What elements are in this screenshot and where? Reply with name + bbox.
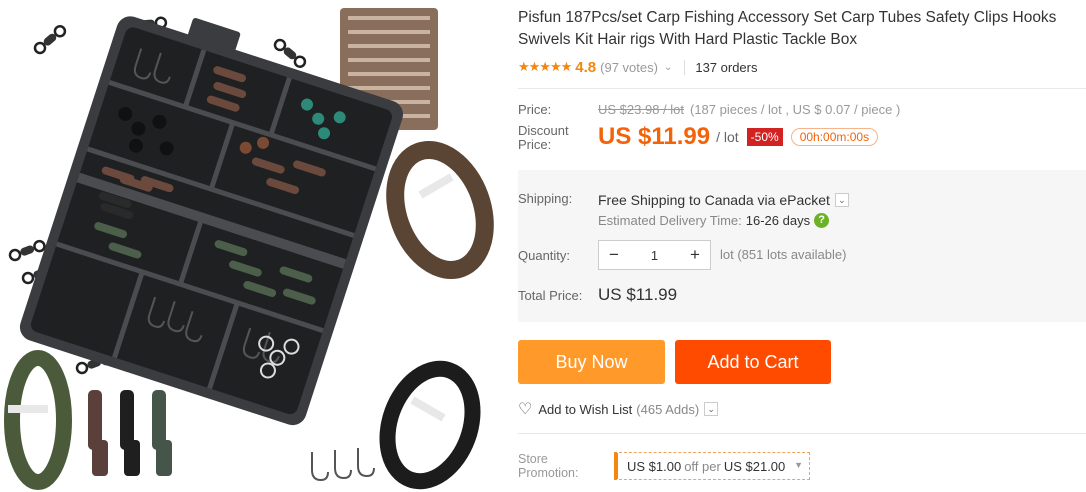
coupon-threshold: US $21.00	[723, 458, 786, 474]
chevron-down-icon[interactable]: ⌄	[664, 62, 672, 73]
question-circle-icon[interactable]: ?	[814, 213, 830, 228]
total-price-value: US $11.99	[598, 285, 678, 304]
shipping-method[interactable]: Free Shipping to Canada via ePacket ⌄	[598, 192, 849, 208]
eta-days: 16-26 days	[745, 213, 811, 228]
add-to-cart-button[interactable]: Add to Cart	[675, 340, 831, 384]
price-unit: / lot	[716, 129, 739, 145]
coupon-off-text: off per	[684, 458, 721, 474]
buy-now-button[interactable]: Buy Now	[518, 340, 665, 384]
wishlist-count: (465 Adds)	[636, 401, 700, 417]
discount-price-value: US $11.99	[598, 123, 711, 150]
wishlist-label[interactable]: Add to Wish List	[538, 402, 632, 417]
star-icon: ★★★★★	[518, 59, 572, 74]
old-price-detail: (187 pieces / lot , US $ 0.07 / piece )	[690, 102, 901, 117]
decrease-quantity-button[interactable]: −	[599, 241, 629, 269]
divider	[518, 88, 1086, 89]
delivery-estimate: Estimated Delivery Time: 16-26 days ?	[598, 213, 830, 228]
product-image[interactable]	[0, 0, 500, 492]
rating-value: 4.8	[575, 58, 597, 76]
shipping-value[interactable]: Free Shipping to Canada via ePacket	[598, 192, 830, 208]
divider	[684, 59, 686, 75]
orders-count: 137 orders	[695, 59, 758, 75]
old-price-value: US $23.98 / lot	[598, 102, 684, 117]
coupon-amount: US $1.00	[627, 458, 682, 474]
original-price: US $23.98 / lot (187 pieces / lot , US $…	[598, 102, 900, 117]
shipping-label: Shipping:	[518, 191, 573, 206]
discount-badge: -50%	[746, 128, 783, 146]
eta-label: Estimated Delivery Time:	[598, 213, 742, 228]
chevron-down-icon[interactable]: ▼	[794, 460, 803, 470]
product-info: Pisfun 187Pcs/set Carp Fishing Accessory…	[518, 0, 1086, 492]
quantity-stepper: − +	[598, 240, 711, 270]
discount-price-label: Discount Price:	[518, 123, 569, 152]
price-label: Price:	[518, 102, 552, 117]
divider	[518, 433, 1086, 434]
votes-link[interactable]: (97 votes)	[600, 60, 658, 75]
chevron-down-icon[interactable]: ⌄	[704, 402, 719, 416]
total-price-label: Total Price:	[518, 288, 583, 303]
store-promotion-label: Store Promotion:	[518, 452, 579, 480]
discount-price: US $11.99 / lot -50% 00h:00m:00s	[598, 123, 879, 151]
add-to-wishlist[interactable]: ♡ Add to Wish List (465 Adds) ⌄	[518, 399, 719, 419]
store-coupon[interactable]: US $1.00 off per US $21.00 ▼	[614, 452, 810, 480]
product-title: Pisfun 187Pcs/set Carp Fishing Accessory…	[518, 9, 1057, 48]
increase-quantity-button[interactable]: +	[680, 241, 710, 269]
rating-row: ★★★★★ 4.8 (97 votes) ⌄ 137 orders	[518, 57, 758, 77]
quantity-input[interactable]	[629, 247, 680, 263]
quantity-available: lot (851 lots available)	[720, 247, 847, 262]
countdown-timer: 00h:00m:00s	[790, 128, 879, 146]
heart-outline-icon[interactable]: ♡	[518, 399, 532, 419]
chevron-down-icon[interactable]: ⌄	[834, 193, 849, 207]
quantity-label: Quantity:	[518, 248, 571, 263]
tackle-box-illustration	[4, 8, 494, 490]
